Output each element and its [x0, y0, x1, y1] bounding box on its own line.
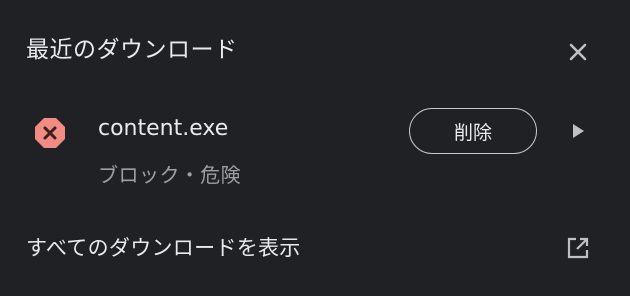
close-button[interactable]: [562, 36, 594, 68]
close-icon: [569, 43, 587, 61]
download-more-button[interactable]: [566, 119, 590, 143]
show-all-downloads-link[interactable]: すべてのダウンロードを表示: [26, 230, 301, 266]
downloads-bubble: 最近のダウンロード content.exe ブロック・危険 削除 すべてのダウン…: [0, 0, 630, 296]
download-file-name: content.exe: [98, 116, 229, 141]
open-in-new-icon: [567, 237, 589, 259]
open-downloads-page-button[interactable]: [564, 234, 592, 262]
play-arrow-icon: [573, 124, 584, 138]
danger-x-icon: [33, 116, 67, 150]
download-status: ブロック・危険: [98, 163, 242, 187]
delete-button[interactable]: 削除: [409, 108, 537, 154]
panel-title: 最近のダウンロード: [26, 37, 238, 63]
